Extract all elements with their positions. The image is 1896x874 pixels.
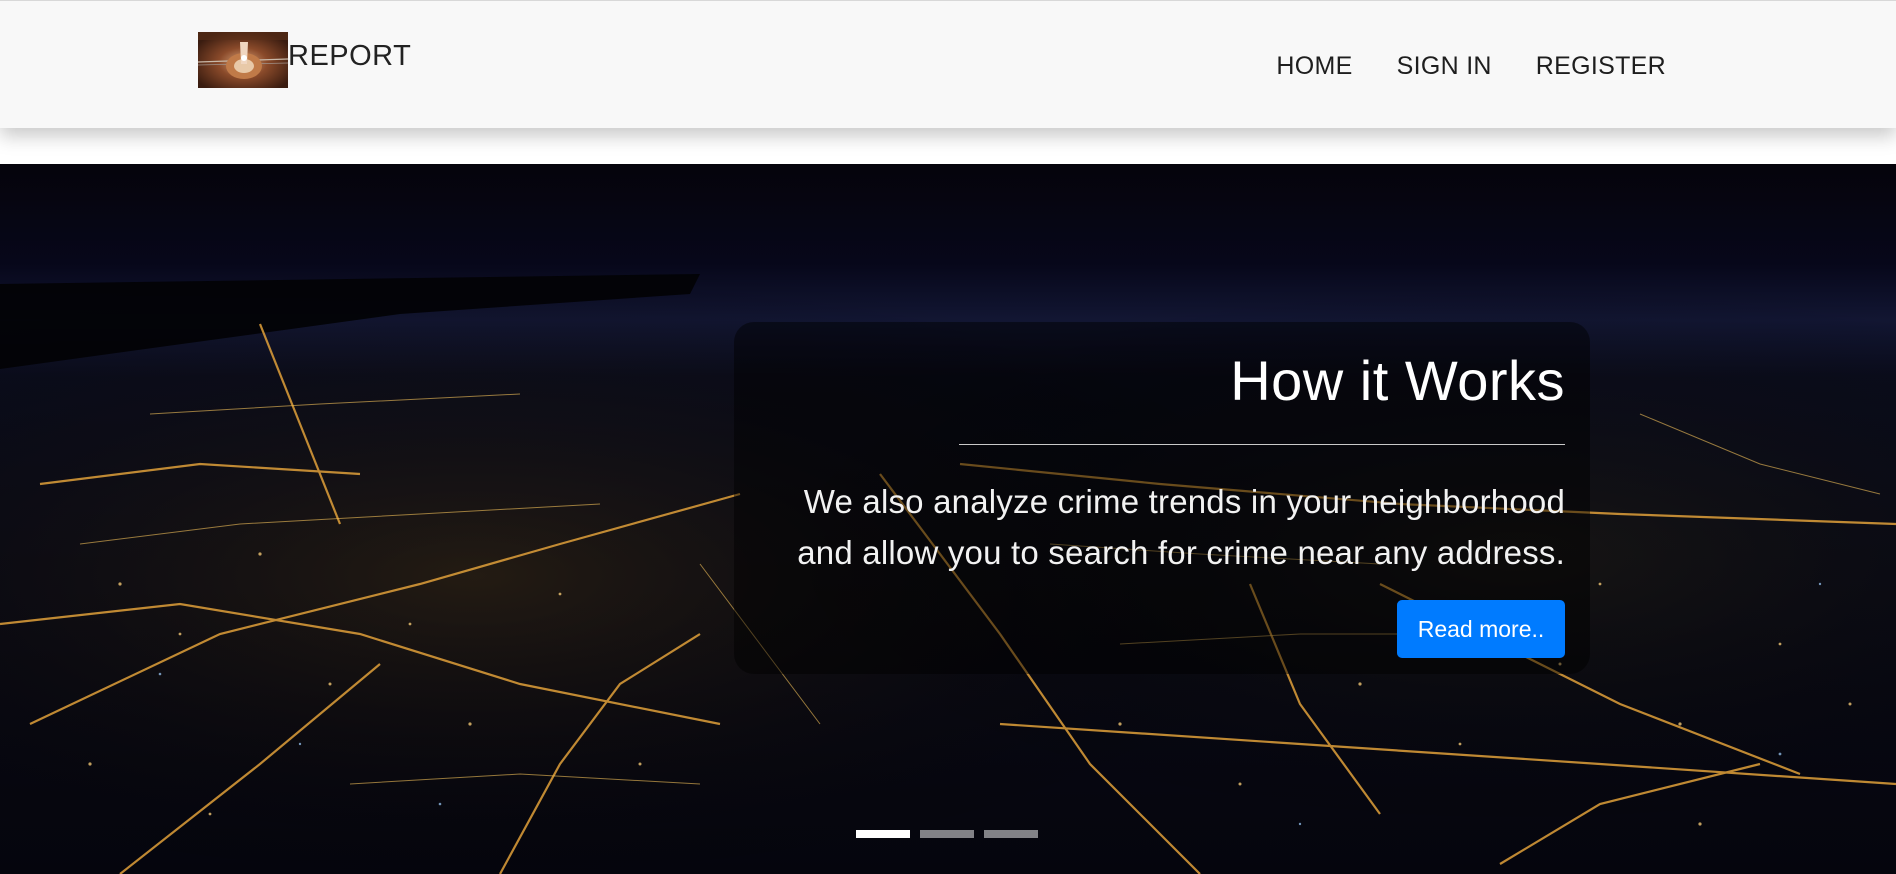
caption-text: We also analyze crime trends in your nei… [797,483,1565,571]
nav-link-home[interactable]: HOME [1254,49,1374,83]
carousel-indicator-2[interactable] [920,830,974,838]
carousel-caption: How it Works We also analyze crime trend… [734,322,1590,674]
carousel-indicators [856,830,1038,838]
brand-name: REPORT [288,40,412,72]
nav-link-sign-in[interactable]: SIGN IN [1375,49,1514,83]
nav-link-register[interactable]: REGISTER [1514,49,1666,83]
nav-links: HOME SIGN IN REGISTER [1254,49,1666,83]
brand-link[interactable]: REPORT [198,32,411,88]
hero-carousel: How it Works We also analyze crime trend… [0,164,1896,874]
caption-title: How it Works [1230,349,1565,412]
carousel-indicator-3[interactable] [984,830,1038,838]
navbar: REPORT HOME SIGN IN REGISTER [0,0,1896,128]
report-logo-icon [198,32,288,88]
carousel-indicator-1[interactable] [856,830,910,838]
read-more-button[interactable]: Read more.. [1397,600,1565,658]
caption-divider [959,444,1565,445]
